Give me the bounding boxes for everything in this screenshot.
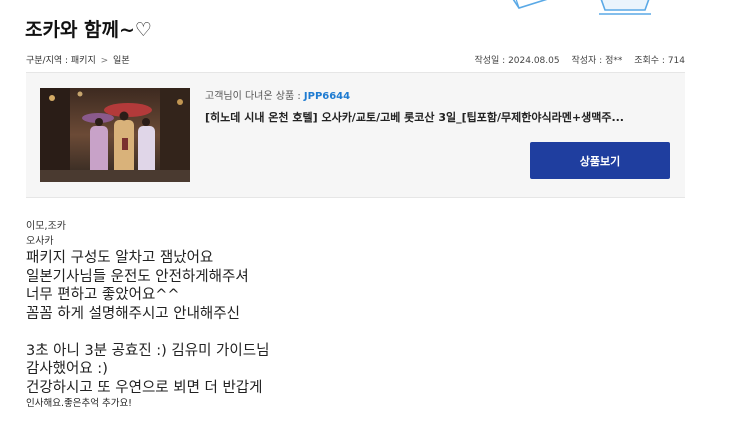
view-product-button[interactable]: 상품보기 [530, 142, 670, 179]
post-meta: 작성일 : 2024.08.05 작성자 : 정** 조회수 : 714 [465, 53, 685, 66]
product-code-label: 고객님이 다녀온 상품 : [205, 91, 304, 102]
product-info: 고객님이 다녀온 상품 : JPP6644 [히노데 시내 온천 호텔] 오사카… [205, 87, 675, 125]
category-label: 구분/지역 : 패키지 [26, 56, 96, 66]
review-line: 감사했어요 :) [26, 361, 108, 377]
product-code-row: 고객님이 다녀온 상품 : JPP6644 [205, 87, 675, 102]
post-date: 작성일 : 2024.08.05 [474, 56, 560, 66]
review-line: 너무 편하고 좋았어요^^ [26, 287, 180, 303]
chevron-right-icon: > [100, 56, 109, 66]
review-line: 오사카 [26, 236, 54, 247]
post-author: 작성자 : 정** [571, 56, 623, 66]
product-code[interactable]: JPP6644 [304, 91, 350, 102]
review-line: 패키지 구성도 알차고 잼났어요 [26, 250, 214, 266]
product-card: 고객님이 다녀온 상품 : JPP6644 [히노데 시내 온천 호텔] 오사카… [26, 72, 685, 198]
header-illustration [505, 0, 735, 24]
review-body: 이모,조카 오사카 패키지 구성도 알차고 잼났어요 일본기사님들 운전도 안전… [26, 219, 716, 411]
review-line: 이모,조카 [26, 221, 66, 232]
review-line: 인사해요.좋은추억 추가요! [26, 398, 132, 409]
product-name-link[interactable]: [히노데 시내 온천 호텔] 오사카/교토/고베 롯코산 3일_[팁포함/무제한… [205, 109, 675, 125]
review-line: 꼼꼼 하게 설명해주시고 안내해주신 [26, 305, 240, 322]
review-line: 3초 아니 3분 공효진 :) 김유미 가이드님 [26, 342, 270, 359]
region-label: 일본 [113, 56, 130, 66]
review-line: 일본기사님들 운전도 안전하게해주셔 [26, 268, 249, 285]
review-blank-line [26, 323, 716, 342]
view-count: 조회수 : 714 [634, 56, 685, 66]
page-title: 조카와 함께~♡ [25, 19, 152, 41]
breadcrumb: 구분/지역 : 패키지 > 일본 [26, 53, 130, 66]
review-line: 건강하시고 또 우연으로 뵈면 더 반갑게 [26, 379, 263, 396]
product-thumbnail[interactable] [40, 88, 190, 182]
